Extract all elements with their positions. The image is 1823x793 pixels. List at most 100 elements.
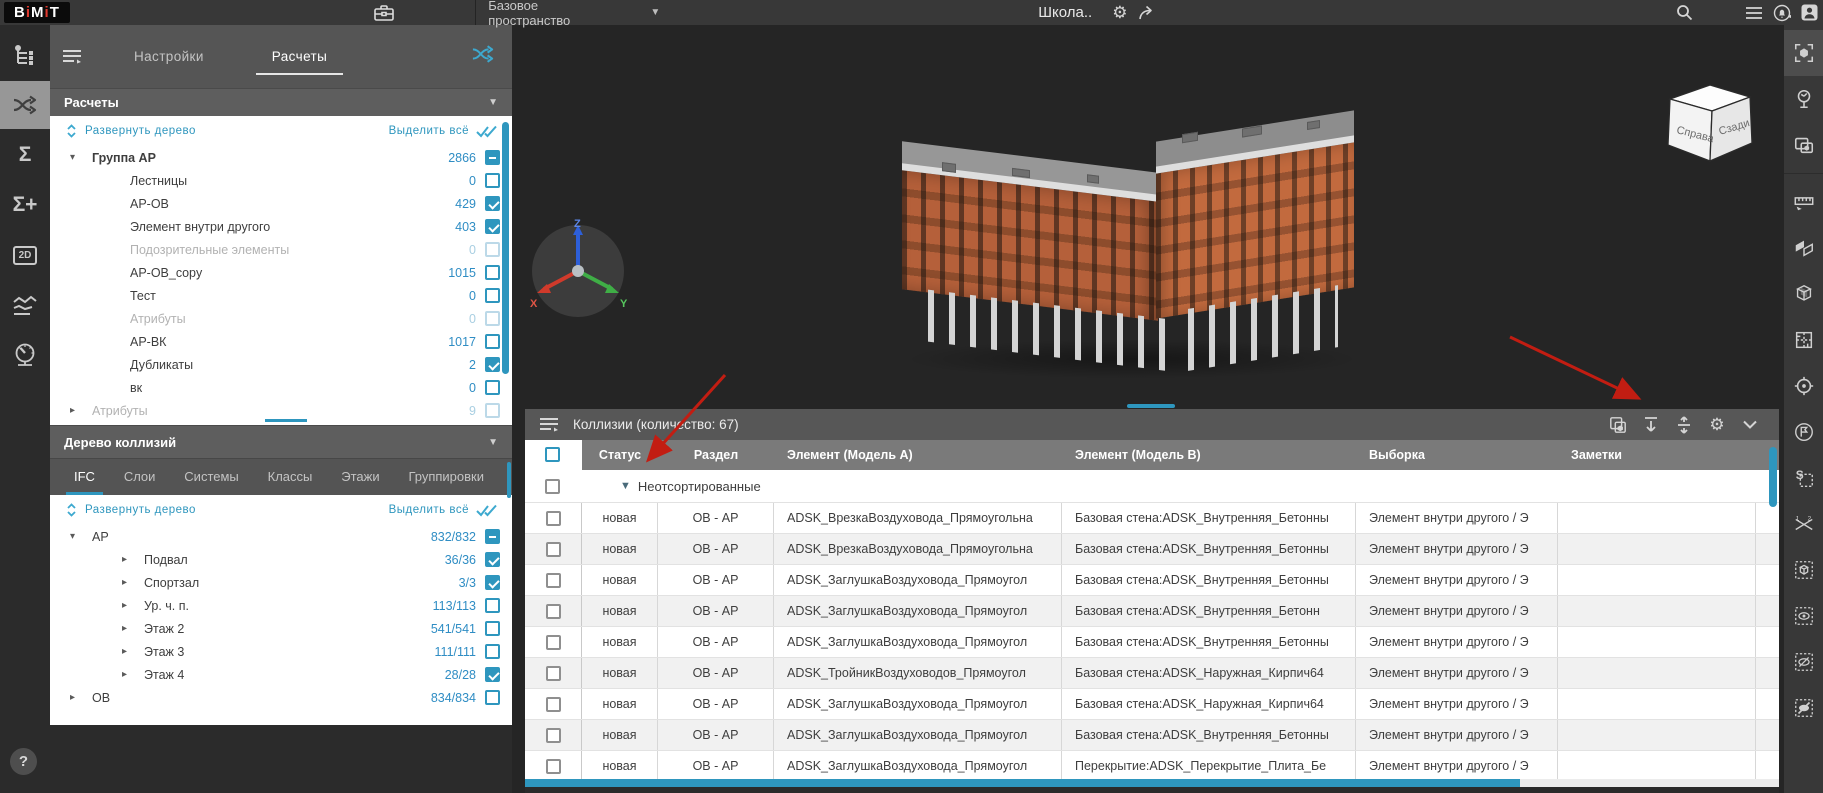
tree-row[interactable]: ▸ Этаж 2 541/541 (50, 617, 512, 640)
expand-tree-link[interactable]: Развернуть дерево (85, 504, 196, 516)
import-icon[interactable] (1637, 412, 1665, 438)
dashboard-gauge-icon[interactable] (0, 331, 50, 379)
collision-tree-tab[interactable]: Группировки (400, 469, 492, 495)
tree-row-checkbox[interactable] (485, 690, 500, 705)
select-all-link[interactable]: Выделить всё (389, 504, 469, 516)
row-checkbox[interactable] (545, 603, 561, 619)
collision-row[interactable]: новая ОВ - АР ADSK_ЗаглушкаВоздуховода_П… (525, 751, 1779, 779)
expand-collapse-icon[interactable] (66, 124, 77, 138)
collision-tree-tab[interactable]: Системы (176, 469, 246, 495)
tab-settings[interactable]: Настройки (118, 49, 220, 75)
panel-menu-icon[interactable] (62, 49, 82, 65)
column-header[interactable]: Элемент (Модель А) (774, 440, 1062, 470)
collision-group-row[interactable]: ▼ Неотсортированные (525, 470, 1779, 503)
tree-caret-icon[interactable]: ▸ (122, 600, 136, 611)
user-account-icon[interactable] (1796, 0, 1823, 25)
row-checkbox[interactable] (545, 696, 561, 712)
tree-row[interactable]: АР-ОВ 429 (50, 192, 512, 215)
tree-row[interactable]: Тест 0 (50, 284, 512, 307)
tree-caret-icon[interactable]: ▸ (122, 577, 136, 588)
notifications-bell-icon[interactable] (1768, 0, 1795, 25)
workspace-selector[interactable]: Базовое пространство (488, 0, 612, 28)
tab-calculations[interactable]: Расчеты (255, 49, 344, 75)
project-briefcase-icon[interactable] (370, 0, 397, 25)
tree-row[interactable]: ▾ АР 832/832 (50, 525, 512, 548)
workspace-caret-icon[interactable]: ▼ (650, 7, 660, 18)
plan-view-icon[interactable] (1784, 317, 1823, 363)
tree-row-checkbox[interactable] (485, 196, 500, 211)
row-checkbox[interactable] (545, 634, 561, 650)
project-settings-gear-icon[interactable]: ⚙ (1106, 0, 1133, 25)
double-check-icon[interactable] (476, 125, 498, 138)
tree-caret-icon[interactable]: ▸ (70, 692, 84, 703)
search-icon[interactable] (1671, 0, 1698, 25)
tree-row[interactable]: Дубликаты 2 (50, 353, 512, 376)
table-menu-icon[interactable] (539, 417, 559, 433)
double-check-icon[interactable] (476, 504, 498, 517)
tree-caret-icon[interactable]: ▸ (70, 405, 84, 416)
charts-icon[interactable] (0, 281, 50, 329)
select-focus-icon[interactable] (1784, 30, 1823, 76)
tree-row[interactable]: Элемент внутри другого 403 (50, 215, 512, 238)
model-tree-icon[interactable] (0, 31, 50, 79)
tree-row-checkbox[interactable] (485, 242, 500, 257)
tree-row-checkbox[interactable] (485, 575, 500, 590)
tree-row-checkbox[interactable] (485, 621, 500, 636)
collision-row[interactable]: новая ОВ - АР ADSK_ЗаглушкаВоздуховода_П… (525, 565, 1779, 596)
tree-row[interactable]: Атрибуты 0 (50, 307, 512, 330)
calc-collapse-caret-icon[interactable]: ▼ (488, 97, 498, 108)
tree-row[interactable]: ▾ Группа АР 2866 (50, 146, 512, 169)
collision-row[interactable]: новая ОВ - АР ADSK_ВрезкаВоздуховода_Пря… (525, 503, 1779, 534)
copy-collisions-icon[interactable] (1604, 412, 1632, 438)
tree-row[interactable]: АР-ОВ_copy 1015 (50, 261, 512, 284)
tree-row-checkbox[interactable] (485, 288, 500, 303)
column-header[interactable]: Раздел (658, 440, 774, 470)
compare-models-icon[interactable]: 12 (1784, 501, 1823, 547)
calc-tree-hscroll-thumb[interactable] (265, 419, 307, 422)
new-calculation-sigma-plus-icon[interactable]: Σ+ (0, 181, 50, 229)
tree-row[interactable]: Подозрительные элементы 0 (50, 238, 512, 261)
collision-tree-collapse-caret-icon[interactable]: ▼ (488, 437, 498, 448)
measure-ruler-icon[interactable] (1784, 179, 1823, 225)
select-all-checkbox[interactable] (545, 447, 560, 462)
tree-row[interactable]: ▸ Этаж 3 111/111 (50, 640, 512, 663)
tree-caret-icon[interactable]: ▾ (70, 531, 84, 542)
locate-target-icon[interactable] (1784, 363, 1823, 409)
tree-row-checkbox[interactable] (485, 552, 500, 567)
viewport-copy-icon[interactable] (1784, 122, 1823, 168)
tree-row-checkbox[interactable] (485, 598, 500, 613)
row-checkbox[interactable] (545, 758, 561, 774)
collision-row[interactable]: новая ОВ - АР ADSK_ЗаглушкаВоздуховода_П… (525, 720, 1779, 751)
row-checkbox[interactable] (545, 727, 561, 743)
tree-row-checkbox[interactable] (485, 150, 500, 165)
row-checkbox[interactable] (545, 510, 561, 526)
collisions-shuffle-icon[interactable] (0, 81, 50, 129)
tree-row-checkbox[interactable] (485, 380, 500, 395)
collision-row[interactable]: новая ОВ - АР ADSK_ЗаглушкаВоздуховода_П… (525, 596, 1779, 627)
tree-row-checkbox[interactable] (485, 311, 500, 326)
flag-report-icon[interactable] (1784, 409, 1823, 455)
group-caret-icon[interactable]: ▼ (620, 480, 631, 492)
row-checkbox[interactable] (545, 572, 561, 588)
tree-row[interactable]: ▸ ОВ 834/834 (50, 686, 512, 709)
tree-row-checkbox[interactable] (485, 357, 500, 372)
tree-row[interactable]: ▸ Подвал 36/36 (50, 548, 512, 571)
collision-tree-tab[interactable]: Слои (116, 469, 164, 495)
tree-row[interactable]: вк 0 (50, 376, 512, 399)
expand-tree-link[interactable]: Развернуть дерево (85, 125, 196, 137)
collapse-table-chevron-icon[interactable] (1736, 412, 1764, 438)
collision-row[interactable]: новая ОВ - АР ADSK_ТройникВоздуховодов_П… (525, 658, 1779, 689)
calc-tree-scrollbar[interactable] (502, 122, 509, 374)
tree-row-checkbox[interactable] (485, 173, 500, 188)
ghost-selection-icon[interactable] (1784, 685, 1823, 731)
building-model[interactable] (902, 77, 1362, 387)
list-menu-icon[interactable] (1741, 0, 1768, 25)
hide-selection-eye-slash-icon[interactable] (1784, 639, 1823, 685)
group-checkbox[interactable] (545, 478, 560, 494)
table-horizontal-scrollbar[interactable] (525, 779, 1779, 787)
tree-row-checkbox[interactable] (485, 219, 500, 234)
section-plane-icon[interactable] (1784, 225, 1823, 271)
calculations-sigma-icon[interactable]: Σ (0, 131, 50, 179)
panel-shuffle-icon[interactable] (470, 43, 496, 65)
column-header[interactable]: Элемент (Модель B) (1062, 440, 1356, 470)
